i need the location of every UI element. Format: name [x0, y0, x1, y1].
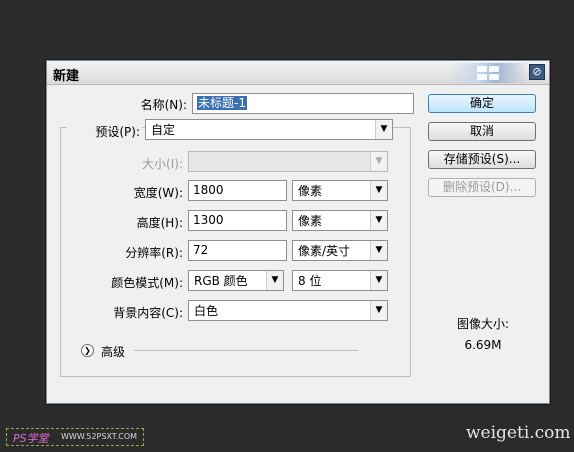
- chevron-down-icon: ▼: [266, 271, 283, 290]
- chevron-down-icon: ▼: [370, 211, 387, 230]
- height-unit-select[interactable]: 像素 ▼: [292, 210, 388, 231]
- height-unit: 像素: [298, 214, 323, 228]
- name-value: 未标题-1: [197, 96, 247, 110]
- chevron-down-icon: ▼: [375, 120, 392, 139]
- background-label: 背景内容(C):: [113, 306, 183, 320]
- chevron-down-icon: ▼: [370, 181, 387, 200]
- dialog-title: 新建: [53, 69, 80, 84]
- bit-depth-value: 8 位: [298, 274, 322, 288]
- advanced-label[interactable]: 高级: [101, 343, 129, 360]
- height-input[interactable]: 1300: [188, 210, 287, 231]
- name-input[interactable]: 未标题-1: [192, 93, 414, 114]
- chevron-down-icon: ▼: [370, 301, 387, 320]
- resolution-label: 分辨率(R):: [125, 246, 183, 260]
- logo-url: WWW.52PSXT.COM: [61, 432, 138, 441]
- windows-logo-icon: [449, 63, 527, 83]
- new-document-dialog: 新建 ⊘ 名称(N): 未标题-1 预设(P): 自定 ▼ 大小(I): ▼ 宽…: [46, 60, 550, 404]
- chevron-down-icon: ▼: [370, 241, 387, 260]
- name-label: 名称(N):: [140, 98, 187, 112]
- resolution-unit: 像素/英寸: [298, 244, 351, 258]
- width-value: 1800: [193, 183, 224, 197]
- resolution-input[interactable]: 72: [188, 240, 287, 261]
- chevron-down-icon: ▼: [370, 152, 387, 171]
- background-select[interactable]: 白色 ▼: [188, 300, 388, 321]
- watermark-text: weigeti.com: [466, 423, 571, 443]
- color-mode-select[interactable]: RGB 颜色 ▼: [188, 270, 284, 291]
- resolution-unit-select[interactable]: 像素/英寸 ▼: [292, 240, 388, 261]
- image-size-value: 6.69M: [464, 338, 502, 352]
- image-size-label: 图像大小:: [456, 317, 510, 331]
- bit-depth-select[interactable]: 8 位 ▼: [292, 270, 388, 291]
- ok-button[interactable]: 确定: [428, 94, 536, 113]
- close-icon[interactable]: ⊘: [529, 64, 545, 80]
- ps-school-logo: PS学堂 WWW.52PSXT.COM: [6, 428, 144, 446]
- preset-select[interactable]: 自定 ▼: [145, 119, 393, 140]
- width-input[interactable]: 1800: [188, 180, 287, 201]
- chevron-down-icon: ▼: [370, 271, 387, 290]
- save-preset-button[interactable]: 存储预设(S)...: [428, 150, 536, 169]
- advanced-divider: [134, 350, 358, 351]
- cancel-button[interactable]: 取消: [428, 122, 536, 141]
- delete-preset-button: 删除预设(D)...: [428, 178, 536, 197]
- logo-text: PS学堂: [13, 432, 49, 445]
- dialog-titlebar[interactable]: 新建 ⊘: [47, 61, 549, 85]
- size-label: 大小(I):: [142, 157, 183, 171]
- color-mode-value: RGB 颜色: [194, 274, 248, 288]
- height-value: 1300: [193, 213, 224, 227]
- preset-value: 自定: [151, 123, 176, 137]
- expand-advanced-icon[interactable]: ❯: [81, 344, 94, 357]
- size-select: ▼: [188, 151, 388, 172]
- width-label: 宽度(W):: [133, 186, 183, 200]
- width-unit: 像素: [298, 184, 323, 198]
- background-value: 白色: [194, 304, 219, 318]
- preset-label: 预设(P):: [67, 123, 142, 140]
- height-label: 高度(H):: [136, 216, 183, 230]
- width-unit-select[interactable]: 像素 ▼: [292, 180, 388, 201]
- color-mode-label: 颜色模式(M):: [111, 276, 183, 290]
- resolution-value: 72: [193, 243, 209, 257]
